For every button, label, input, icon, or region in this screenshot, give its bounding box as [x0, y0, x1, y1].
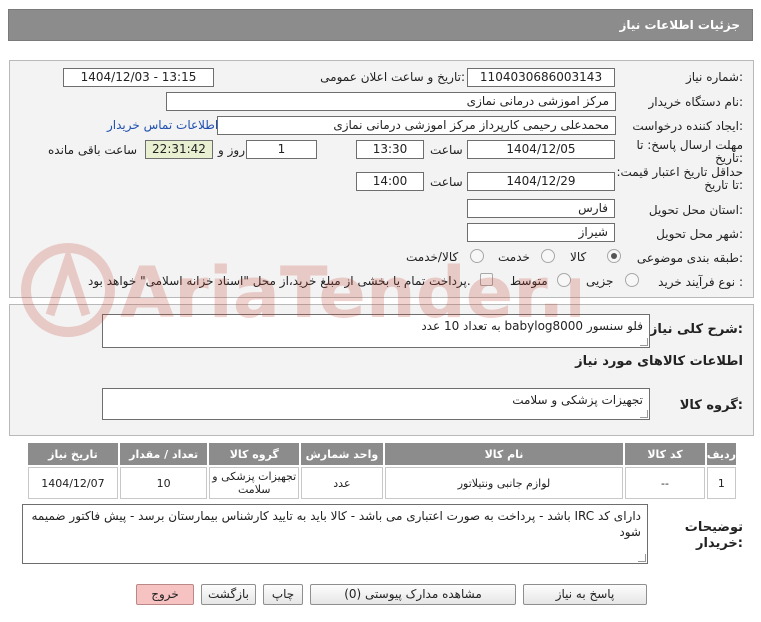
buyer-notes-text: دارای کد IRC باشد - پرداخت به صورت اعتبا…	[31, 509, 641, 539]
category-option-service: خدمت	[498, 250, 530, 264]
buyer-contact-link[interactable]: اطلاعات تماس خریدار	[107, 118, 218, 132]
treasury-payment-checkbox[interactable]	[480, 273, 493, 286]
buyer-field: مرکز اموزشی درمانی نمازی	[166, 92, 616, 111]
col-unit-header: واحد شمارش	[301, 443, 383, 465]
need-number-label: شماره نیاز:	[685, 70, 743, 84]
category-option-goods: کالا	[570, 250, 587, 264]
process-radio-medium[interactable]	[557, 273, 571, 287]
days-label: روز و	[218, 143, 245, 157]
col-date-header: تاریخ نیاز	[28, 443, 118, 465]
buyer-label: نام دستگاه خریدار:	[648, 95, 744, 109]
summary-label: شرح کلی نیاز:	[649, 322, 743, 337]
validity-time-label: ساعت	[430, 175, 463, 189]
category-radio-both[interactable]	[470, 249, 484, 263]
city-label: شهر محل تحویل:	[656, 227, 743, 241]
reply-time-field: 13:30	[356, 140, 424, 159]
col-group-header: گروه کالا	[209, 443, 300, 465]
resize-handle-icon[interactable]	[640, 338, 648, 346]
validity-date-field: 1404/12/29	[467, 172, 615, 191]
announce-label: تاریخ و ساعت اعلان عمومی:	[320, 70, 465, 84]
cell-unit: عدد	[301, 467, 383, 499]
announce-field: 1404/12/03 - 13:15	[63, 68, 214, 87]
buyer-notes-label: توضیحات خریدار:	[684, 520, 743, 551]
resize-handle-icon[interactable]	[640, 410, 648, 418]
cell-code: --	[625, 467, 705, 499]
goods-group-textarea[interactable]: تجهیزات پزشکی و سلامت	[102, 388, 650, 420]
col-code-header: کد کالا	[625, 443, 705, 465]
reply-time-label: ساعت	[430, 143, 463, 157]
remaining-label: ساعت باقی مانده	[48, 143, 138, 157]
creator-label: ایجاد کننده درخواست:	[632, 119, 743, 133]
col-name-header: نام کالا	[384, 443, 624, 465]
category-option-both: کالا/خدمت	[406, 250, 459, 264]
process-option-medium: متوسط	[510, 274, 548, 288]
creator-field: محمدعلی رحیمی کارپرداز مرکز اموزشی درمان…	[217, 116, 616, 135]
city-field: شیراز	[467, 223, 615, 242]
buyer-notes-textarea[interactable]: دارای کد IRC باشد - پرداخت به صورت اعتبا…	[22, 504, 648, 564]
cell-qty: 10	[119, 467, 208, 499]
need-number-field: 1104030686003143	[467, 68, 615, 87]
back-button[interactable]: بازگشت	[201, 584, 256, 605]
countdown-field: 22:31:42	[145, 140, 213, 159]
col-qty-header: تعداد / مقدار	[119, 443, 208, 465]
summary-textarea[interactable]: فلو سنسور babylog8000 به تعداد 10 عدد	[102, 314, 650, 348]
category-radio-service[interactable]	[541, 249, 555, 263]
goods-section-title: اطلاعات کالاهای مورد نیاز	[575, 354, 743, 369]
days-field: 1	[246, 140, 317, 159]
print-button[interactable]: چاپ	[263, 584, 303, 605]
goods-group-label: گروه کالا:	[679, 398, 743, 413]
province-label: استان محل تحویل:	[648, 203, 743, 217]
table-row[interactable]: 1 -- لوازم جانبی ونتیلاتور عدد تجهیزات پ…	[28, 467, 736, 499]
process-option-small: جزیی	[586, 274, 614, 288]
process-label: نوع فرآیند خرید :	[658, 275, 743, 289]
window-title: جزئیات اطلاعات نیاز	[619, 18, 740, 32]
cell-group: تجهیزات پزشکی و سلامت	[209, 467, 300, 499]
table-header-row: ردیف کد کالا نام کالا واحد شمارش گروه کا…	[28, 443, 736, 465]
exit-button[interactable]: خروج	[136, 584, 194, 605]
items-table: ردیف کد کالا نام کالا واحد شمارش گروه کا…	[26, 441, 738, 501]
category-radio-goods[interactable]	[607, 249, 621, 263]
cell-name: لوازم جانبی ونتیلاتور	[384, 467, 624, 499]
cell-date: 1404/12/07	[28, 467, 118, 499]
reply-deadline-label: مهلت ارسال پاسخ: تا تاریخ:	[636, 138, 743, 165]
province-field: فارس	[467, 199, 615, 218]
process-radio-small[interactable]	[625, 273, 639, 287]
summary-text: فلو سنسور babylog8000 به تعداد 10 عدد	[421, 319, 643, 333]
treasury-payment-note: پرداخت تمام یا بخشی از مبلغ خرید،از محل …	[88, 274, 471, 288]
category-label: طبقه بندی موضوعی:	[636, 251, 743, 265]
goods-group-text: تجهیزات پزشکی و سلامت	[512, 393, 643, 407]
resize-handle-icon[interactable]	[638, 554, 646, 562]
view-attachments-button[interactable]: مشاهده مدارک پیوستی (0)	[310, 584, 516, 605]
cell-row: 1	[706, 467, 736, 499]
validity-time-field: 14:00	[356, 172, 424, 191]
col-row-header: ردیف	[706, 443, 736, 465]
window-titlebar: جزئیات اطلاعات نیاز	[8, 9, 753, 41]
price-validity-label: حداقل تاریخ اعتبار قیمت: تا تاریخ:	[616, 165, 743, 192]
reply-to-need-button[interactable]: پاسخ به نیاز	[523, 584, 647, 605]
reply-date-field: 1404/12/05	[467, 140, 615, 159]
